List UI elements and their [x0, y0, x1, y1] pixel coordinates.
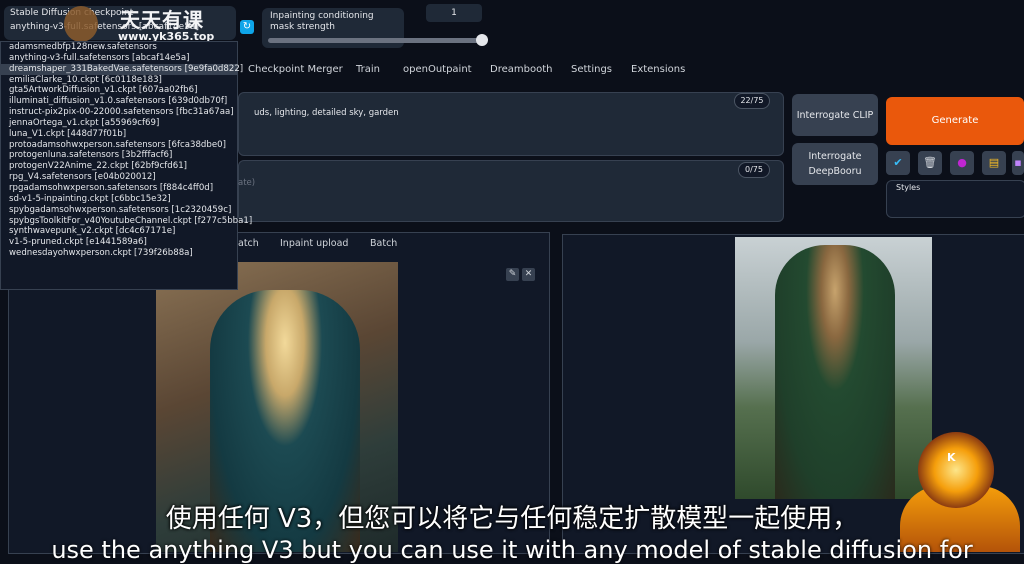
- avatar-letter: K: [947, 451, 956, 464]
- checkpoint-option[interactable]: protogenV22Anime_22.ckpt [62bf9cfd61]: [1, 161, 237, 172]
- tab-settings[interactable]: Settings: [571, 64, 612, 75]
- negative-token-counter: 0/75: [738, 162, 770, 178]
- negative-prompt-input[interactable]: [238, 160, 784, 222]
- interrogate-deepbooru-button[interactable]: Interrogate DeepBooru: [792, 143, 878, 185]
- avatar: [918, 432, 994, 508]
- checkpoint-option[interactable]: rpgadamsohwxperson.safetensors [f884c4ff…: [1, 183, 237, 194]
- model-icon[interactable]: ●: [950, 151, 974, 175]
- checkpoint-option[interactable]: emiliaClarke_10.ckpt [6c0118e183]: [1, 75, 237, 86]
- trash-icon[interactable]: 🗑: [918, 151, 942, 175]
- subtitle-chinese: 使用任何 V3，但您可以将它与任何稳定扩散模型一起使用，: [165, 504, 859, 534]
- clipboard-icon[interactable]: ▤: [982, 151, 1006, 175]
- prompt-input[interactable]: [238, 92, 784, 156]
- interrogate-clip-button[interactable]: Interrogate CLIP: [792, 94, 878, 136]
- checkpoint-option[interactable]: protogenluna.safetensors [3b2fffacf6]: [1, 150, 237, 161]
- tab-inpaint-upload[interactable]: Inpaint upload: [280, 238, 348, 249]
- checkpoint-option[interactable]: sd-v1-5-inpainting.ckpt [c6bbc15e32]: [1, 194, 237, 205]
- checkpoint-option[interactable]: illuminati_diffusion_v1.0.safetensors [6…: [1, 96, 237, 107]
- mask-strength-label: Inpainting conditioning mask strength: [270, 11, 374, 32]
- checkpoint-option[interactable]: jennaOrtega_v1.ckpt [a55969cf69]: [1, 118, 237, 129]
- mask-strength-slider[interactable]: [268, 38, 482, 43]
- checkpoint-option[interactable]: anything-v3-full.safetensors [abcaf14e5a…: [1, 53, 237, 64]
- generate-button[interactable]: Generate: [886, 97, 1024, 145]
- watermark-title: 天天有课: [120, 8, 204, 32]
- subtitle-english: use the anything V3 but you can use it w…: [51, 536, 973, 564]
- mask-strength-input[interactable]: 1: [426, 4, 482, 22]
- styles-label: Styles: [896, 183, 921, 192]
- prompt-token-counter: 22/75: [734, 93, 770, 109]
- checkpoint-option[interactable]: wednesdayohwxperson.ckpt [739f26b88a]: [1, 248, 237, 259]
- checkpoint-option[interactable]: luna_V1.ckpt [448d77f01b]: [1, 129, 237, 140]
- checkpoint-dropdown-list: adamsmedbfp128new.safetensors anything-v3…: [0, 41, 252, 290]
- checkpoint-option[interactable]: spybgadamsohwxperson.safetensors [1c2320…: [1, 205, 237, 216]
- prompt-text: uds, lighting, detailed sky, garden: [254, 108, 399, 118]
- checkpoint-option[interactable]: instruct-pix2pix-00-22000.safetensors [f…: [1, 107, 237, 118]
- tab-dreambooth[interactable]: Dreambooth: [490, 64, 552, 75]
- save-style-icon[interactable]: ▪: [1012, 151, 1024, 175]
- negative-prompt-text: ate): [238, 178, 256, 188]
- check-icon[interactable]: ✔: [886, 151, 910, 175]
- checkpoint-option[interactable]: protoadamsohwxperson.safetensors [6fca38…: [1, 140, 237, 151]
- tab-openoutpaint[interactable]: openOutpaint: [403, 64, 472, 75]
- slider-thumb[interactable]: [476, 34, 488, 46]
- tab-extensions[interactable]: Extensions: [631, 64, 685, 75]
- close-icon[interactable]: ✕: [522, 268, 535, 281]
- tab-checkpoint-merger[interactable]: Checkpoint Merger: [248, 64, 343, 75]
- pencil-icon[interactable]: ✎: [506, 268, 519, 281]
- checkpoint-option[interactable]: spybgsToolkitFor_v40YoutubeChannel.ckpt …: [1, 216, 252, 227]
- checkpoint-option[interactable]: adamsmedbfp128new.safetensors: [1, 42, 237, 53]
- tab-batch[interactable]: Batch: [370, 238, 397, 249]
- refresh-icon[interactable]: ↻: [240, 20, 254, 34]
- checkpoint-option[interactable]: synthwavepunk_v2.ckpt [dc4c67171e]: [1, 226, 237, 237]
- checkpoint-option[interactable]: v1-5-pruned.ckpt [e1441589a6]: [1, 237, 237, 248]
- checkpoint-option[interactable]: rpg_V4.safetensors [e04b020012]: [1, 172, 237, 183]
- output-image-figure: [775, 245, 895, 499]
- watermark-logo: [64, 6, 98, 42]
- checkpoint-option[interactable]: dreamshaper_331BakedVae.safetensors [9e9…: [1, 63, 243, 75]
- tab-batch-partial[interactable]: atch: [238, 238, 259, 249]
- tab-train[interactable]: Train: [356, 64, 380, 75]
- checkpoint-option[interactable]: gta5ArtworkDiffusion_v1.ckpt [607aa02fb6…: [1, 85, 237, 96]
